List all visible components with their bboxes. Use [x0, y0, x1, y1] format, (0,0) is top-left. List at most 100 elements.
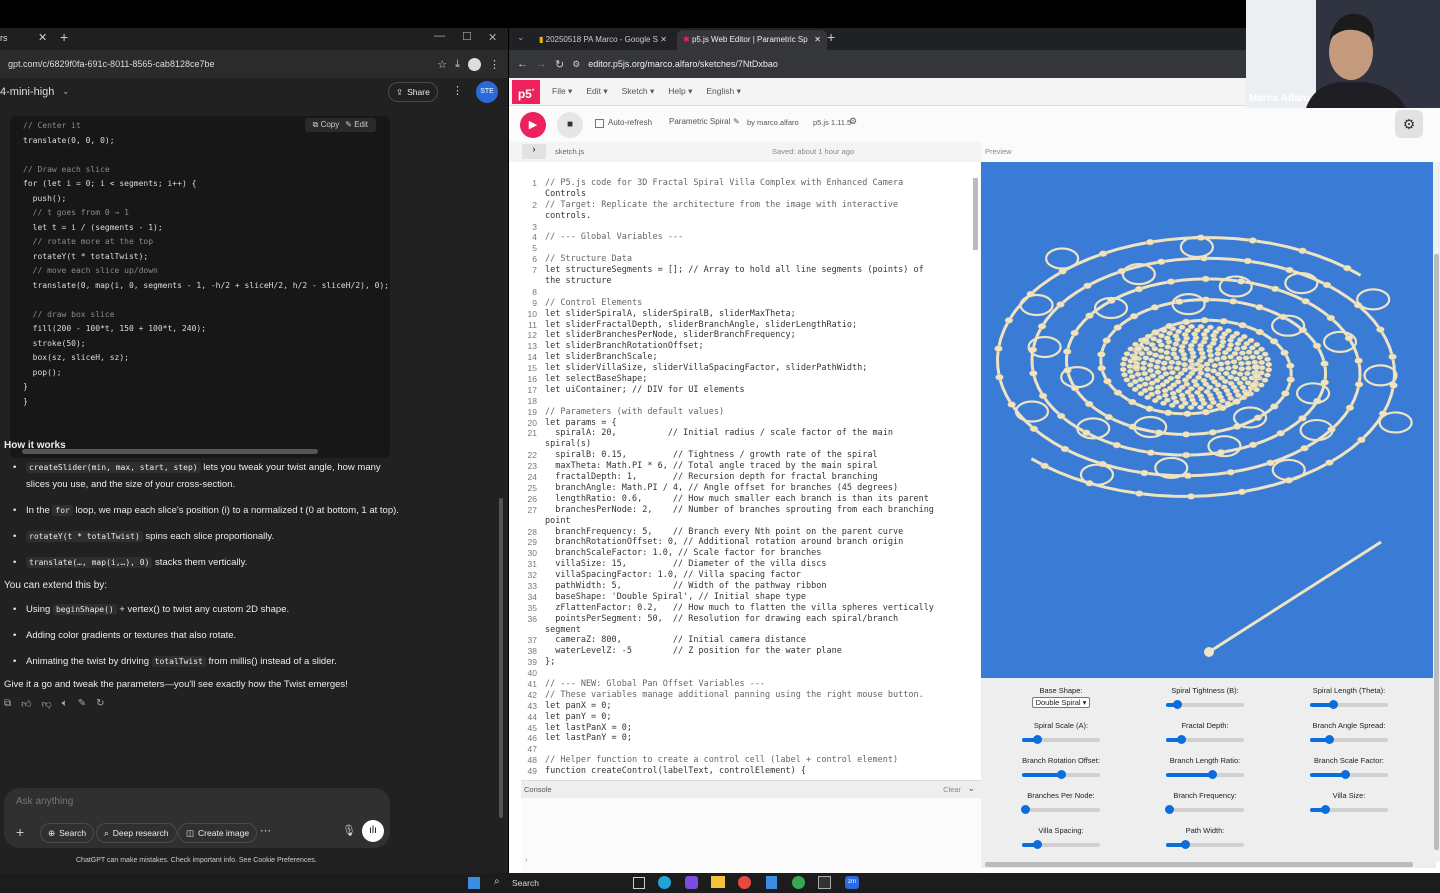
slider-handle[interactable] — [1321, 805, 1331, 814]
share-button[interactable]: ⇪ Share — [388, 82, 438, 102]
close-window-icon[interactable]: ✕ — [488, 31, 497, 44]
start-icon[interactable] — [468, 877, 480, 889]
clear-console-button[interactable]: Clear — [943, 785, 961, 794]
settings-gear-icon[interactable]: ⚙ — [1395, 110, 1423, 138]
tab-p5-editor[interactable]: ✱ p5.js Web Editor | Parametric Sp ✕ — [677, 30, 827, 50]
slider[interactable] — [1310, 770, 1388, 779]
more-tools-icon[interactable]: ⋯ — [260, 824, 271, 837]
zoom-icon[interactable]: zm — [845, 876, 859, 889]
slider[interactable] — [1310, 735, 1388, 744]
thumbs-down-icon[interactable]: 👎︎ — [42, 698, 52, 710]
chrome-icon[interactable] — [738, 876, 751, 889]
reload-icon[interactable]: ↻ — [555, 58, 564, 71]
menu-item-help[interactable]: Help ▾ — [668, 86, 692, 97]
more-options-icon[interactable]: ⋮ — [452, 84, 463, 97]
chrome-profile-icon[interactable] — [792, 876, 805, 889]
regenerate-icon[interactable]: ↻ — [96, 698, 104, 710]
console-prompt-icon[interactable]: › — [525, 855, 528, 864]
url-field[interactable]: editor.p5js.org/marco.alfaro/sketches/7N… — [588, 59, 778, 69]
new-tab-icon[interactable]: + — [827, 29, 835, 45]
edge-icon[interactable] — [658, 876, 671, 889]
search-icon[interactable]: ⌕ — [494, 876, 500, 887]
attach-icon[interactable]: + — [16, 824, 24, 840]
slider-handle[interactable] — [1033, 735, 1043, 744]
slider-handle[interactable] — [1328, 700, 1338, 709]
sketch-name[interactable]: Parametric Spiral — [669, 117, 730, 126]
forward-icon[interactable]: → — [536, 58, 547, 70]
stop-button[interactable]: ■ — [557, 112, 583, 138]
bookmark-star-icon[interactable]: ☆ — [437, 58, 447, 71]
browser-menu-icon[interactable]: ⋮ — [489, 58, 500, 71]
chevron-down-icon[interactable]: ⌄ — [62, 86, 70, 97]
read-aloud-icon[interactable]: 🔈︎ — [62, 698, 68, 710]
author[interactable]: by marco.alfaro — [747, 118, 799, 127]
slider-handle[interactable] — [1056, 770, 1066, 779]
slider[interactable] — [1310, 700, 1388, 709]
profile-icon[interactable] — [468, 57, 481, 71]
preview-scrollbar-track[interactable] — [1433, 162, 1440, 862]
terminal-icon[interactable] — [818, 876, 831, 889]
slider[interactable] — [1166, 770, 1244, 779]
slider[interactable] — [1022, 770, 1100, 779]
site-info-icon[interactable]: ⚙ — [572, 59, 580, 70]
slider[interactable] — [1021, 805, 1100, 814]
slider-handle[interactable] — [1181, 840, 1190, 849]
menu-item-file[interactable]: File ▾ — [552, 86, 572, 97]
maximize-icon[interactable]: ☐ — [462, 30, 472, 43]
slider-handle[interactable] — [1325, 735, 1334, 744]
deep-research-button[interactable]: ⌕ Deep research — [96, 823, 177, 843]
version-settings-icon[interactable]: ⚙ — [849, 116, 857, 127]
slider-handle[interactable] — [1340, 770, 1350, 779]
menu-item-edit[interactable]: Edit ▾ — [586, 86, 607, 97]
expand-sidebar-icon[interactable]: › — [522, 144, 546, 159]
tab-google-sheet[interactable]: ▮ 20250518 PA Marco - Google S ✕ — [533, 30, 673, 50]
avatar[interactable]: STE — [476, 81, 498, 103]
back-icon[interactable]: ← — [517, 58, 528, 70]
chat-scrollbar[interactable] — [499, 498, 503, 818]
menu-item-english[interactable]: English ▾ — [706, 86, 741, 97]
copy-message-icon[interactable]: ⧉ — [4, 698, 11, 710]
edit-name-icon[interactable]: ✎ — [733, 117, 740, 126]
slider-handle[interactable] — [1173, 700, 1183, 709]
slider-handle[interactable] — [1165, 805, 1175, 814]
edit-in-canvas-icon[interactable]: ✎ — [78, 698, 86, 710]
microphone-icon[interactable]: 🎙︎ — [342, 824, 356, 837]
slider-handle[interactable] — [1033, 840, 1043, 849]
sketch-canvas[interactable] — [981, 162, 1436, 678]
composer-input[interactable] — [16, 796, 356, 807]
slider[interactable] — [1310, 805, 1388, 814]
slider[interactable] — [1165, 805, 1244, 814]
copilot-icon[interactable] — [685, 876, 698, 889]
taskbar-search[interactable]: Search — [512, 878, 539, 888]
slider[interactable] — [1166, 840, 1244, 849]
close-tab-icon[interactable]: ✕ — [38, 31, 47, 44]
file-explorer-icon[interactable] — [711, 876, 725, 888]
notes-icon[interactable] — [766, 876, 777, 889]
menu-item-sketch[interactable]: Sketch ▾ — [622, 86, 655, 97]
slider[interactable] — [1166, 735, 1244, 744]
slider-handle[interactable] — [1021, 805, 1031, 814]
model-selector[interactable]: 4-mini-high — [0, 86, 54, 98]
slider[interactable] — [1022, 840, 1100, 849]
file-name[interactable]: sketch.js — [555, 147, 584, 156]
new-tab-icon[interactable]: + — [60, 29, 68, 45]
code-editor[interactable]: 1 // P5.js code for 3D Fractal Spiral Vil… — [509, 178, 981, 776]
editor-scrollbar[interactable] — [973, 178, 978, 250]
slider-handle[interactable] — [1208, 770, 1218, 779]
download-icon[interactable]: ⤓ — [455, 58, 460, 71]
search-button[interactable]: ⊕ Search — [40, 823, 95, 843]
url-field[interactable]: gpt.com/c/6829f0fa-691c-8011-8565-cab812… — [8, 59, 429, 69]
tab-search-icon[interactable]: ⌄ — [517, 32, 525, 43]
auto-refresh-checkbox[interactable] — [595, 119, 604, 128]
collapse-console-icon[interactable]: ⌄ — [967, 783, 975, 794]
p5-logo[interactable]: p5* — [512, 79, 540, 104]
p5-version[interactable]: p5.js 1.11.5 — [813, 118, 851, 127]
base-shape-select[interactable]: Double Spiral ▾ — [1031, 697, 1091, 708]
thumbs-up-icon[interactable]: 👍︎ — [21, 698, 31, 710]
voice-mode-icon[interactable]: ılı — [362, 820, 384, 842]
minimize-icon[interactable]: — — [434, 30, 445, 42]
slider[interactable] — [1166, 700, 1244, 709]
task-view-icon[interactable] — [633, 877, 645, 889]
left-tab-title[interactable]: rs — [0, 33, 8, 43]
slider-handle[interactable] — [1177, 735, 1187, 744]
